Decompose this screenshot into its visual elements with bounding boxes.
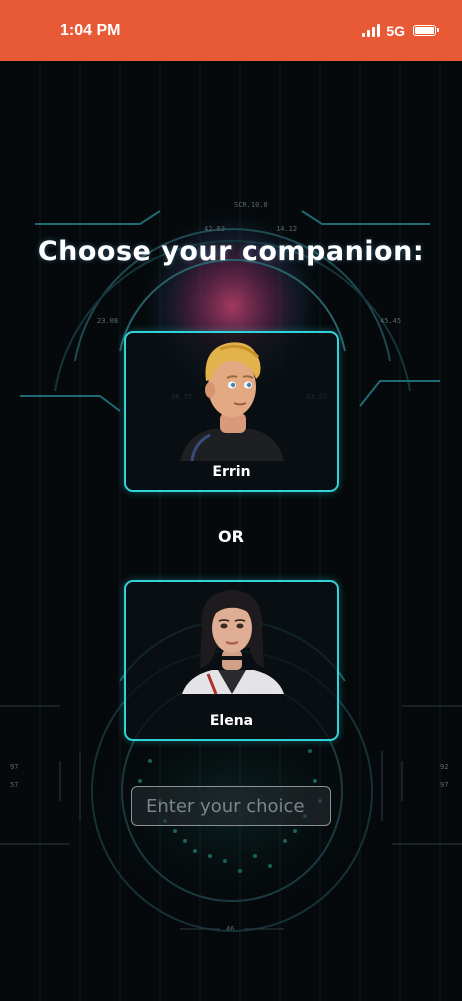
avatar-errin (179, 342, 284, 461)
status-indicators: 5G (362, 22, 439, 39)
svg-text:SCR.10.8: SCR.10.8 (234, 201, 268, 209)
svg-text:97: 97 (10, 763, 18, 771)
svg-text:45.45: 45.45 (380, 317, 401, 325)
svg-text:42.63: 42.63 (204, 225, 225, 233)
companion-card-elena[interactable]: Elena (124, 580, 339, 741)
companion-card-errin[interactable]: Errin (124, 331, 339, 492)
avatar-elena (181, 590, 284, 694)
battery-icon (413, 25, 439, 36)
companion-name-errin: Errin (212, 464, 251, 480)
svg-text:23.08: 23.08 (97, 317, 118, 325)
choice-input[interactable] (131, 786, 331, 826)
network-label: 5G (386, 22, 405, 39)
status-bar: 1:04 PM 5G (0, 0, 462, 61)
svg-text:92: 92 (440, 763, 448, 771)
svg-text:57: 57 (10, 781, 18, 789)
signal-icon (362, 24, 381, 37)
page-title: Choose your companion: (37, 236, 425, 267)
svg-text:97: 97 (440, 781, 448, 789)
status-time: 1:04 PM (60, 21, 121, 39)
svg-text:14.12: 14.12 (276, 225, 297, 233)
or-separator: OR (218, 527, 244, 546)
companion-name-elena: Elena (209, 713, 254, 729)
